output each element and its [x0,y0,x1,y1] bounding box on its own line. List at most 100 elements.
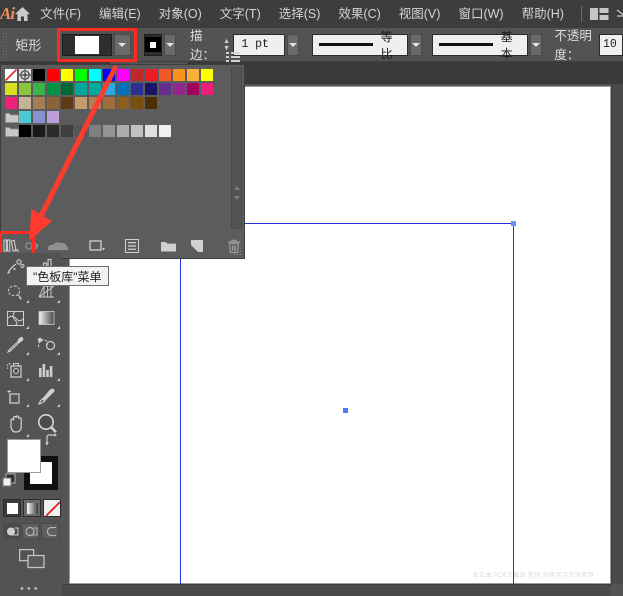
swatch-color[interactable] [116,68,130,82]
swatch-color[interactable] [60,82,74,96]
swatch-color[interactable] [102,82,116,96]
swatch-color[interactable] [60,68,74,82]
swatch-color[interactable] [18,82,32,96]
new-swatch-button[interactable] [187,234,208,258]
swatch-color[interactable] [88,82,102,96]
blend-tool[interactable] [31,331,62,357]
swatch-color[interactable] [102,124,116,138]
bar-graph-icon[interactable] [31,357,62,383]
stroke-color-swatch[interactable] [144,34,162,56]
swatch-panel-scrollbar[interactable] [231,67,242,229]
swatch-registration[interactable] [18,68,32,82]
stroke-profile-chevron-down-icon[interactable] [410,34,422,56]
swatch-color[interactable] [74,124,88,138]
vertical-scrollbar[interactable] [611,84,623,584]
stroke-chevron-down-icon[interactable] [164,34,176,56]
home-icon[interactable] [14,0,31,28]
draw-behind-icon[interactable] [22,523,40,539]
menu-item-window[interactable]: 窗口(W) [449,0,512,28]
draw-inside-icon[interactable] [41,523,59,539]
swatch-color[interactable] [32,124,46,138]
swap-fill-stroke-icon[interactable] [44,433,58,449]
mesh-tool[interactable] [0,305,31,331]
swatch-color[interactable] [88,68,102,82]
swatch-color[interactable] [158,82,172,96]
artboard-tool[interactable] [0,383,31,409]
swatch-color[interactable] [102,96,116,110]
swatch-color[interactable] [186,68,200,82]
swatches-panel[interactable] [0,64,245,259]
swatch-color[interactable] [130,82,144,96]
stroke-weight-stepper[interactable]: ▲▼ [223,38,230,52]
swatch-color[interactable] [186,82,200,96]
opacity-input[interactable]: 10 [599,34,623,56]
center-anchor-point[interactable] [343,408,348,413]
panel-resize-grip[interactable] [233,247,242,256]
stroke-profile-select[interactable]: 等比 [312,34,408,56]
fill-chevron-down-icon[interactable] [114,34,131,56]
paintbrush-tool[interactable] [31,383,62,409]
selection-handle-tr[interactable] [511,221,516,226]
gradient-tool[interactable] [31,305,62,331]
swatch-color[interactable] [74,82,88,96]
chevron-up-icon[interactable] [234,186,240,190]
swatch-color[interactable] [144,124,158,138]
menu-item-effect[interactable]: 效果(C) [329,0,389,28]
swatch-grid[interactable] [4,68,214,138]
menu-item-view[interactable]: 视图(V) [390,0,450,28]
horizontal-scrollbar[interactable] [60,584,611,596]
chevron-down-icon[interactable] [234,196,240,200]
brush-definition-select[interactable]: 基本 [432,34,528,56]
swatch-color[interactable] [46,96,60,110]
workspace-chevron-down-icon[interactable] [616,7,623,21]
swatch-color[interactable] [102,68,116,82]
swatch-color[interactable] [18,96,32,110]
menu-item-edit[interactable]: 编辑(E) [90,0,150,28]
workspace-switcher-icon[interactable] [590,7,609,21]
swatch-color[interactable] [32,110,46,124]
swatch-color[interactable] [18,124,32,138]
new-folder-button[interactable] [159,234,180,258]
default-fill-stroke-icon[interactable] [2,473,17,491]
swatch-color[interactable] [130,96,144,110]
swatch-color[interactable] [60,124,74,138]
swatch-color[interactable] [158,68,172,82]
swatch-color-group-folder[interactable] [4,124,18,138]
swatch-color[interactable] [4,96,18,110]
solid-color-icon[interactable] [3,499,21,517]
swatch-color[interactable] [46,68,60,82]
swatch-color[interactable] [130,124,144,138]
swatch-color[interactable] [200,68,214,82]
swatch-color[interactable] [60,96,74,110]
swatch-color[interactable] [116,96,130,110]
swatch-none[interactable] [4,68,18,82]
swatch-color[interactable] [18,110,32,124]
slice-tool[interactable] [0,357,31,383]
swatch-color[interactable] [144,96,158,110]
swatch-color-group-folder[interactable] [4,110,18,124]
swatch-color[interactable] [74,68,88,82]
swatch-color[interactable] [32,96,46,110]
control-bar-grip[interactable] [2,32,7,58]
brush-chevron-down-icon[interactable] [530,34,542,56]
swatch-color[interactable] [144,82,158,96]
swatch-color[interactable] [46,110,60,124]
none-icon[interactable] [43,499,61,517]
fill-color-swatch[interactable] [62,34,112,56]
swatch-color[interactable] [32,82,46,96]
more-tools-button[interactable]: ••• [20,583,41,595]
stroke-weight-input[interactable]: 1 pt [233,34,285,56]
swatch-color[interactable] [130,68,144,82]
swatch-color[interactable] [144,68,158,82]
fill-color-box[interactable] [7,439,41,473]
swatch-color[interactable] [46,124,60,138]
swatch-color[interactable] [46,82,60,96]
swatch-list-view-button[interactable] [122,234,143,258]
swatch-color[interactable] [116,82,130,96]
draw-normal-icon[interactable] [3,523,21,539]
swatch-color[interactable] [172,82,186,96]
panel-menu-icon[interactable] [226,51,240,63]
swatch-color[interactable] [4,82,18,96]
screen-mode-icon[interactable] [19,549,45,572]
menu-item-select[interactable]: 选择(S) [270,0,330,28]
